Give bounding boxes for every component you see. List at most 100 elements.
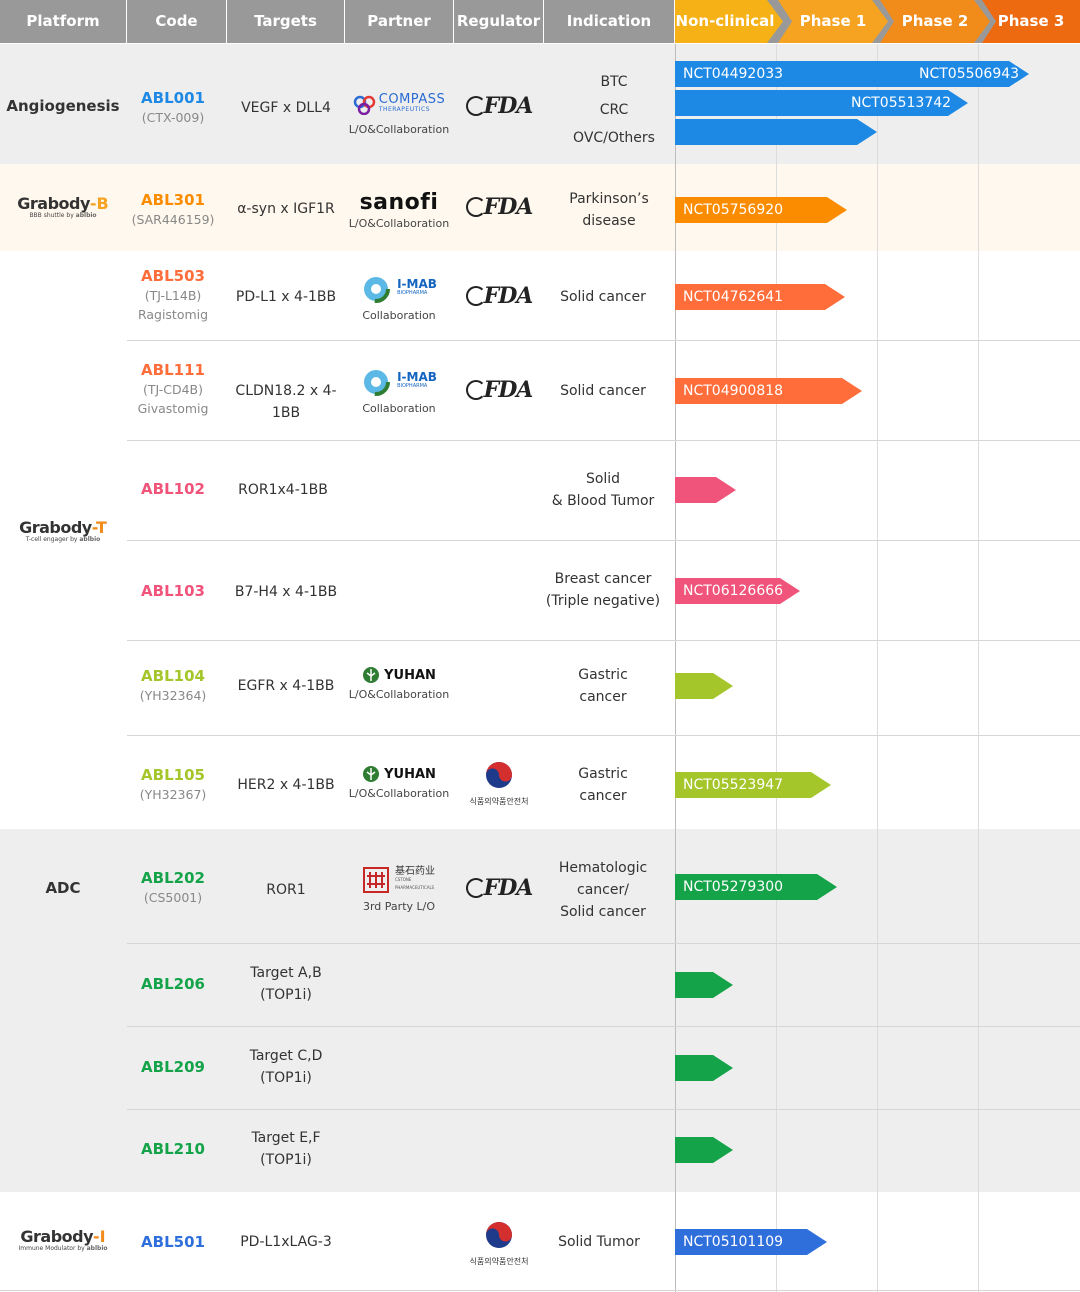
divider bbox=[127, 540, 1080, 541]
header-platform: Platform bbox=[0, 0, 127, 43]
yuhan-logo: YUHAN bbox=[344, 763, 454, 785]
progress-bar-abl111[interactable]: NCT04900818 bbox=[675, 378, 862, 404]
table-row-code[interactable]: ABL501 bbox=[127, 1233, 219, 1252]
header-indication: Indication bbox=[544, 0, 675, 43]
row-indication: Hematologic cancer/ Solid cancer bbox=[544, 857, 662, 923]
progress-bar-abl503[interactable]: NCT04762641 bbox=[675, 284, 845, 310]
pipeline-table: Platform Code Targets Partner Regulator … bbox=[0, 0, 1080, 1292]
row-indication: Breast cancer (Triple negative) bbox=[544, 568, 662, 612]
row-targets: PD-L1xLAG-3 bbox=[227, 1231, 345, 1253]
progress-bar-abl301[interactable]: NCT05756920 bbox=[675, 197, 847, 223]
progress-bar-abl102[interactable] bbox=[675, 477, 736, 503]
gridline-phase-2 bbox=[877, 44, 878, 1292]
progress-bar-abl501[interactable]: NCT05101109 bbox=[675, 1229, 827, 1255]
progress-bar-abl001-ovc[interactable] bbox=[675, 119, 877, 145]
cstone-logo: 基石药业 CSTONE PHARMACEUTICALS bbox=[344, 866, 454, 894]
row-targets: ROR1 bbox=[227, 879, 345, 901]
row-targets: Target C,D (TOP1i) bbox=[227, 1045, 345, 1089]
progress-arrow-shape bbox=[675, 477, 736, 503]
table-row-code[interactable]: ABL102 bbox=[127, 480, 219, 499]
partner-yuhan: YUHAN L/O&Collaboration bbox=[344, 763, 454, 800]
gridline-phase-3 bbox=[978, 44, 979, 1292]
row-targets: Target A,B (TOP1i) bbox=[227, 962, 345, 1006]
partner-sanofi: sanofi L/O&Collaboration bbox=[344, 188, 454, 230]
row-targets: HER2 x 4-1BB bbox=[227, 774, 345, 796]
fda-logo: FDA bbox=[466, 283, 533, 309]
grabody-b-logo: Grabody-B BBB shuttle by ablbio bbox=[0, 194, 126, 219]
table-row-code[interactable]: ABL301 (SAR446159) bbox=[127, 191, 219, 229]
table-row-code[interactable]: ABL210 bbox=[127, 1140, 219, 1159]
row-indication: Gastric cancer bbox=[544, 664, 662, 708]
regulator-mfds: 식품의약품안전처 bbox=[454, 760, 544, 807]
divider bbox=[127, 440, 1080, 441]
regulator-fda: FDA bbox=[454, 93, 544, 120]
row-targets: ROR1x4-1BB bbox=[227, 479, 339, 501]
partner-imab: I-MAB BIOPHARMA Collaboration bbox=[344, 368, 454, 415]
sanofi-logo: sanofi bbox=[344, 188, 454, 216]
divider bbox=[127, 1026, 1080, 1027]
row-indication: Parkinson’s disease bbox=[544, 188, 674, 232]
header-regulator: Regulator bbox=[454, 0, 544, 43]
progress-bar-abl103[interactable]: NCT06126666 bbox=[675, 578, 800, 604]
imab-logo: I-MAB BIOPHARMA bbox=[344, 368, 454, 396]
fda-logo: FDA bbox=[466, 377, 533, 403]
mfds-logo bbox=[484, 760, 514, 790]
fda-logo: FDA bbox=[466, 93, 533, 119]
table-row-code[interactable]: ABL209 bbox=[127, 1058, 219, 1077]
grabody-i-logo: Grabody-I Immune Modulator by ablbio bbox=[0, 1227, 126, 1252]
row-indication: Gastric cancer bbox=[544, 763, 662, 807]
row-targets: B7-H4 x 4-1BB bbox=[227, 581, 345, 603]
fda-logo: FDA bbox=[466, 875, 533, 901]
partner-imab: I-MAB BIOPHARMA Collaboration bbox=[344, 275, 454, 322]
platform-adc: ADC bbox=[0, 879, 126, 897]
table-row-code[interactable]: ABL202 (CS5001) bbox=[127, 869, 219, 907]
divider bbox=[127, 735, 1080, 736]
progress-bar-abl105[interactable]: NCT05523947 bbox=[675, 772, 831, 798]
divider bbox=[127, 340, 1080, 341]
regulator-fda: FDA bbox=[454, 377, 544, 404]
progress-bar-abl209[interactable] bbox=[675, 1055, 733, 1081]
progress-arrow-shape bbox=[675, 673, 733, 699]
platform-angiogenesis: Angiogenesis bbox=[0, 97, 126, 115]
table-row-code[interactable]: ABL001 (CTX-009) bbox=[127, 89, 219, 127]
progress-arrow-shape bbox=[675, 1137, 733, 1163]
row-indication: Solid & Blood Tumor bbox=[544, 468, 662, 512]
regulator-fda: FDA bbox=[454, 283, 544, 310]
divider bbox=[127, 640, 1080, 641]
partner-yuhan: YUHAN L/O&Collaboration bbox=[344, 664, 454, 701]
header-phase-2: Phase 2 bbox=[880, 0, 990, 43]
progress-bar-abl202[interactable]: NCT05279300 bbox=[675, 874, 837, 900]
row-indication: BTC CRC OVC/Others bbox=[544, 68, 684, 152]
header-targets: Targets bbox=[227, 0, 345, 43]
table-row-code[interactable]: ABL206 bbox=[127, 975, 219, 994]
progress-arrow-shape bbox=[675, 972, 733, 998]
progress-bar-abl001-crc[interactable]: NCT05513742 bbox=[675, 90, 968, 116]
row-targets: CLDN18.2 x 4-1BB bbox=[224, 380, 348, 424]
progress-bar-abl206[interactable] bbox=[675, 972, 733, 998]
progress-bar-abl104[interactable] bbox=[675, 673, 733, 699]
row-indication: Solid Tumor bbox=[544, 1231, 654, 1253]
regulator-mfds: 식품의약품안전처 bbox=[454, 1220, 544, 1267]
regulator-fda: FDA bbox=[454, 194, 544, 221]
table-row-code[interactable]: ABL111 (TJ-CD4B) Givastomig bbox=[127, 361, 219, 418]
progress-bar-abl001-btc[interactable]: NCT04492033NCT05506943 bbox=[675, 61, 1029, 87]
divider bbox=[0, 1290, 1080, 1291]
table-row-code[interactable]: ABL104 (YH32364) bbox=[127, 667, 219, 705]
partner-compass: COMPASS THERAPEUTICS L/O&Collaboration bbox=[344, 91, 454, 136]
mfds-logo bbox=[484, 1220, 514, 1250]
header-partner: Partner bbox=[345, 0, 454, 43]
progress-bar-abl210[interactable] bbox=[675, 1137, 733, 1163]
row-indication: Solid cancer bbox=[544, 380, 662, 402]
compass-logo: COMPASS THERAPEUTICS bbox=[344, 91, 454, 119]
gridline-phase-1 bbox=[776, 44, 777, 1292]
fda-logo: FDA bbox=[466, 194, 533, 220]
table-row-code[interactable]: ABL503 (TJ-L14B) Ragistomig bbox=[127, 267, 219, 324]
progress-arrow-shape bbox=[675, 119, 877, 145]
imab-logo: I-MAB BIOPHARMA bbox=[344, 275, 454, 303]
grabody-t-logo: Grabody-T T-cell engager by ablbio bbox=[0, 518, 126, 543]
row-targets: Target E,F (TOP1i) bbox=[227, 1127, 345, 1171]
row-targets: PD-L1 x 4-1BB bbox=[227, 286, 345, 308]
table-row-code[interactable]: ABL103 bbox=[127, 582, 219, 601]
row-targets: EGFR x 4-1BB bbox=[227, 675, 345, 697]
table-row-code[interactable]: ABL105 (YH32367) bbox=[127, 766, 219, 804]
